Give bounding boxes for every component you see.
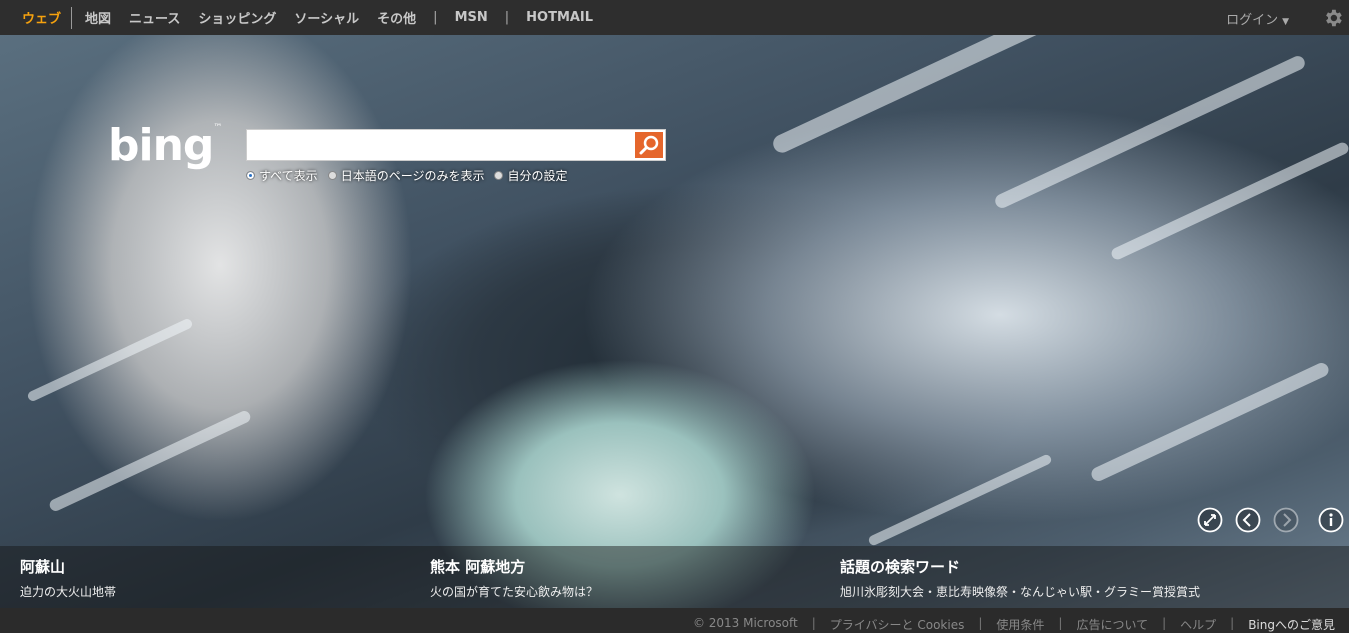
nav-separator: |	[504, 10, 510, 25]
top-bar: ウェブ 地図 ニュース ショッピング ソーシャル その他 | MSN | HOT…	[0, 0, 1349, 35]
search-input[interactable]	[255, 134, 629, 158]
logo-trademark: ™	[213, 123, 222, 133]
option-all[interactable]: すべて表示	[246, 167, 318, 184]
chevron-down-icon: ▼	[1282, 17, 1289, 27]
fullscreen-icon[interactable]	[1197, 507, 1223, 533]
top-nav: ウェブ 地図 ニュース ショッピング ソーシャル その他 | MSN | HOT…	[0, 0, 602, 35]
nav-maps[interactable]: 地図	[76, 8, 120, 27]
copyright: © 2013 Microsoft	[692, 616, 798, 630]
next-image-icon[interactable]	[1273, 507, 1299, 533]
logo-text: bing	[108, 120, 214, 171]
story-title: 熊本 阿蘇地方	[430, 558, 526, 576]
footer-help-link[interactable]: ヘルプ	[1180, 616, 1216, 633]
footer-terms-link[interactable]: 使用条件	[996, 616, 1044, 633]
bing-logo: bing™	[108, 123, 222, 168]
previous-image-icon[interactable]	[1235, 507, 1261, 533]
nav-separator: |	[433, 10, 438, 25]
radio-unselected[interactable]	[494, 171, 504, 180]
login-label: ログイン	[1226, 13, 1279, 28]
footer-privacy-link[interactable]: プライバシーと Cookies	[830, 616, 965, 633]
option-label: すべて表示	[259, 169, 318, 183]
nav-hotmail[interactable]: HOTMAIL	[517, 10, 602, 25]
nav-web[interactable]: ウェブ	[0, 8, 71, 27]
option-label: 自分の設定	[507, 169, 568, 183]
search-button[interactable]	[635, 132, 663, 158]
radio-selected[interactable]	[246, 171, 255, 180]
option-label: 日本語のページのみを表示	[340, 169, 485, 183]
nav-social[interactable]: ソーシャル	[285, 8, 368, 27]
search-icon	[639, 135, 659, 155]
nav-divider	[71, 6, 73, 29]
footer-links: © 2013 Microsoft | プライバシーと Cookies | 使用条件 |…	[692, 616, 1335, 633]
radio-unselected[interactable]	[327, 171, 337, 180]
login-button[interactable]: ログイン ▼	[1226, 9, 1289, 28]
story-title: 話題の検索ワード	[840, 558, 961, 576]
nav-more[interactable]: その他	[368, 8, 425, 27]
story-1[interactable]: 阿蘇山 迫力の大火山地帯	[20, 556, 116, 600]
info-icon[interactable]	[1318, 507, 1344, 533]
search-box	[246, 129, 666, 161]
footer-advertise-link[interactable]: 広告について	[1076, 616, 1148, 633]
nav-shopping[interactable]: ショッピング	[189, 8, 285, 27]
nav-msn[interactable]: MSN	[446, 10, 497, 25]
option-japanese-only[interactable]: 日本語のページのみを表示	[327, 167, 485, 184]
story-subtitle: 旭川氷彫刻大会・恵比寿映像祭・なんじゃい駅・グラミー賞授賞式	[840, 585, 1201, 599]
nav-news[interactable]: ニュース	[120, 8, 189, 27]
option-my-settings[interactable]: 自分の設定	[494, 167, 567, 184]
footer: © 2013 Microsoft | プライバシーと Cookies | 使用条件 |…	[0, 608, 1349, 632]
story-3[interactable]: 話題の検索ワード 旭川氷彫刻大会・恵比寿映像祭・なんじゃい駅・グラミー賞授賞式	[840, 556, 1200, 600]
story-subtitle: 火の国が育てた安心飲み物は？	[430, 585, 599, 599]
story-2[interactable]: 熊本 阿蘇地方 火の国が育てた安心飲み物は？	[430, 556, 598, 600]
search-scope-options: すべて表示 日本語のページのみを表示 自分の設定	[246, 167, 567, 184]
story-title: 阿蘇山	[20, 558, 66, 576]
footer-feedback-link[interactable]: Bingへのご意見	[1248, 616, 1335, 633]
gear-icon[interactable]	[1322, 7, 1344, 29]
story-subtitle: 迫力の大火山地帯	[20, 585, 117, 599]
